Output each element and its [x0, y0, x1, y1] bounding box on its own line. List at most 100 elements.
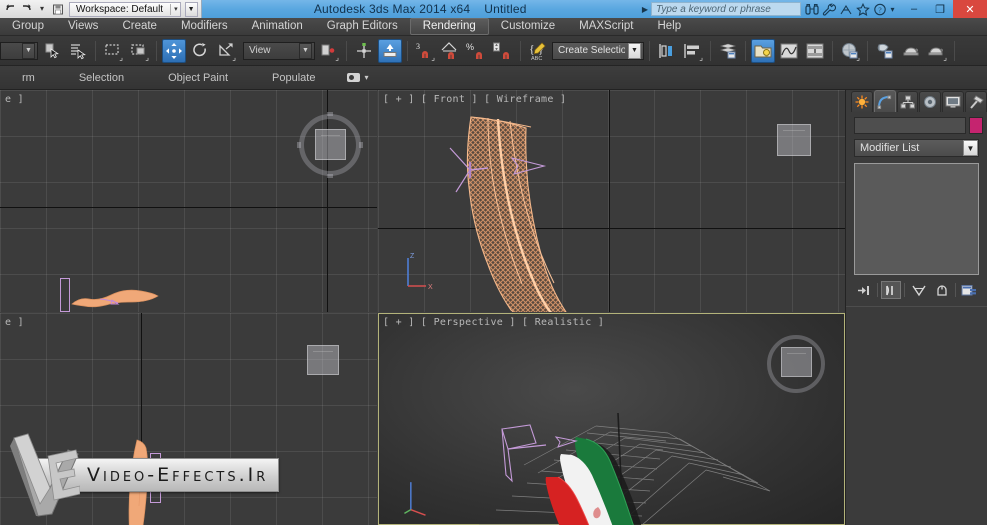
ribbon-tab-rm[interactable]: rm: [0, 72, 57, 84]
object-color-swatch[interactable]: [969, 116, 983, 134]
menu-item-customize[interactable]: Customize: [489, 18, 567, 35]
menu-item-animation[interactable]: Animation: [240, 18, 315, 35]
snaps-toggle-icon[interactable]: [378, 38, 402, 63]
workspace-dropdown-button[interactable]: ▼: [184, 1, 198, 17]
modify-tab[interactable]: [873, 90, 896, 112]
angle-snap-toggle-icon[interactable]: 3 ⌟: [413, 39, 437, 63]
viewcube-cube[interactable]: [307, 345, 339, 375]
chevron-down-icon[interactable]: ▾: [174, 5, 178, 13]
display-tab[interactable]: [942, 91, 965, 112]
viewcube-cube[interactable]: [781, 347, 812, 377]
minimize-button[interactable]: –: [901, 0, 927, 18]
search-input[interactable]: Type a keyword or phrase: [651, 2, 801, 16]
chevron-down-icon[interactable]: ▼: [963, 140, 978, 156]
chevron-down-icon[interactable]: ▼: [299, 42, 312, 59]
create-tab[interactable]: [851, 91, 873, 112]
reference-coordinate-system-combo[interactable]: View ▼: [243, 41, 315, 60]
utilities-tab[interactable]: [965, 91, 987, 112]
select-by-name-icon[interactable]: [66, 39, 90, 63]
snap-angle-icon[interactable]: [439, 39, 463, 63]
ribbon-tab-selection[interactable]: Selection: [57, 72, 146, 84]
help-icon[interactable]: ?: [871, 1, 888, 18]
show-end-result-icon[interactable]: [881, 281, 902, 299]
viewport-bottom-left-label[interactable]: e ]: [5, 317, 24, 328]
select-and-scale-icon[interactable]: ⌟: [214, 39, 238, 63]
viewcube-widget[interactable]: [293, 333, 359, 399]
menu-item-views[interactable]: Views: [56, 18, 110, 35]
object-name-input[interactable]: [854, 116, 966, 134]
viewcube-widget[interactable]: [297, 112, 363, 178]
select-and-rotate-icon[interactable]: [188, 39, 212, 63]
viewcube-cube[interactable]: [315, 129, 346, 160]
viewcube-cube[interactable]: [777, 124, 811, 156]
save-icon[interactable]: [51, 2, 65, 16]
configure-modifier-sets-icon[interactable]: [959, 281, 979, 299]
viewcube-widget[interactable]: [763, 112, 829, 178]
menu-item-modifiers[interactable]: Modifiers: [169, 18, 240, 35]
ribbon-camera-flyout[interactable]: ▾: [337, 73, 378, 82]
viewport-perspective[interactable]: [ + ] [ Perspective ] [ Realistic ]: [378, 313, 845, 525]
maximize-button[interactable]: ❐: [927, 0, 953, 18]
wrench-icon[interactable]: [820, 1, 837, 18]
selection-gizmo: [501, 424, 578, 483]
menu-item-maxscript[interactable]: MAXScript: [567, 18, 645, 35]
rectangular-selection-region-icon[interactable]: ⌟: [101, 39, 125, 63]
viewport-top-left[interactable]: e ]: [0, 90, 377, 312]
flyout-indicator-icon: ⌟: [943, 52, 947, 62]
coordinate-system-value: View: [249, 45, 271, 56]
menu-item-rendering[interactable]: Rendering: [409, 18, 489, 35]
remove-modifier-icon[interactable]: [932, 281, 952, 299]
percent-snap-toggle-icon[interactable]: %: [465, 39, 489, 63]
scene-explorer-icon[interactable]: [751, 38, 775, 63]
star-icon[interactable]: [854, 1, 871, 18]
layer-explorer-icon[interactable]: [716, 39, 740, 63]
spinner-snap-toggle-icon[interactable]: [491, 39, 515, 63]
help-dropdown-icon[interactable]: ▾: [888, 1, 897, 18]
undo-dropdown-icon[interactable]: ▾: [35, 2, 49, 16]
chevron-down-icon[interactable]: ▼: [22, 42, 35, 59]
render-setup-icon[interactable]: [873, 39, 897, 63]
pin-stack-icon[interactable]: [854, 281, 874, 299]
modifier-stack-list[interactable]: [854, 163, 979, 275]
menu-item-group[interactable]: Group: [0, 18, 56, 35]
undo-history-combo[interactable]: ▼: [0, 41, 38, 60]
align-icon[interactable]: ⌟: [681, 39, 705, 63]
schematic-view-icon[interactable]: [803, 39, 827, 63]
viewport-top-left-label[interactable]: e ]: [5, 94, 24, 105]
viewport-perspective-label[interactable]: [ + ] [ Perspective ] [ Realistic ]: [383, 317, 604, 328]
menu-item-graph-editors[interactable]: Graph Editors: [315, 18, 410, 35]
curve-editor-icon[interactable]: [777, 39, 801, 63]
viewcube-widget[interactable]: [763, 331, 829, 397]
select-and-move-icon[interactable]: [162, 38, 186, 63]
close-button[interactable]: ✕: [953, 0, 987, 18]
mirror-icon[interactable]: [655, 39, 679, 63]
ribbon-tab-populate[interactable]: Populate: [250, 72, 337, 84]
viewport-front-label[interactable]: [ + ] [ Front ] [ Wireframe ]: [383, 94, 566, 105]
menu-item-help[interactable]: Help: [645, 18, 693, 35]
menu-item-create[interactable]: Create: [110, 18, 169, 35]
binoculars-icon[interactable]: [803, 1, 820, 18]
hierarchy-tab[interactable]: [896, 91, 919, 112]
named-selection-sets-combo[interactable]: Create Selection Se ▼: [552, 41, 644, 60]
select-object-icon[interactable]: [40, 39, 64, 63]
rendered-frame-window-icon[interactable]: [899, 39, 923, 63]
chevron-down-icon[interactable]: ▾: [364, 73, 368, 82]
undo-icon[interactable]: [3, 2, 17, 16]
ribbon-tab-object-paint[interactable]: Object Paint: [146, 72, 250, 84]
edit-named-selection-sets-icon[interactable]: {}ABC: [526, 39, 550, 63]
chevron-down-icon[interactable]: ▼: [628, 42, 641, 59]
select-and-manipulate-icon[interactable]: [352, 39, 376, 63]
render-production-icon[interactable]: ⌟: [925, 39, 949, 63]
material-editor-icon[interactable]: ⌟: [838, 39, 862, 63]
modifier-list-combo[interactable]: Modifier List ▼: [854, 139, 979, 157]
use-center-flyout-icon[interactable]: ⌟: [317, 39, 341, 63]
make-unique-icon[interactable]: [908, 281, 928, 299]
search-expand-icon[interactable]: ▶: [639, 5, 651, 14]
viewport-front[interactable]: Z X [ + ] [ Front ] [ Wireframe ]: [378, 90, 845, 312]
motion-tab[interactable]: [919, 91, 942, 112]
redo-icon[interactable]: [19, 2, 33, 16]
workspace-selector[interactable]: Workspace: Default ▾: [69, 1, 181, 17]
tools-icon[interactable]: [837, 1, 854, 18]
window-crossing-icon[interactable]: ⌟: [127, 39, 151, 63]
command-panel: Modifier List ▼: [845, 90, 987, 525]
